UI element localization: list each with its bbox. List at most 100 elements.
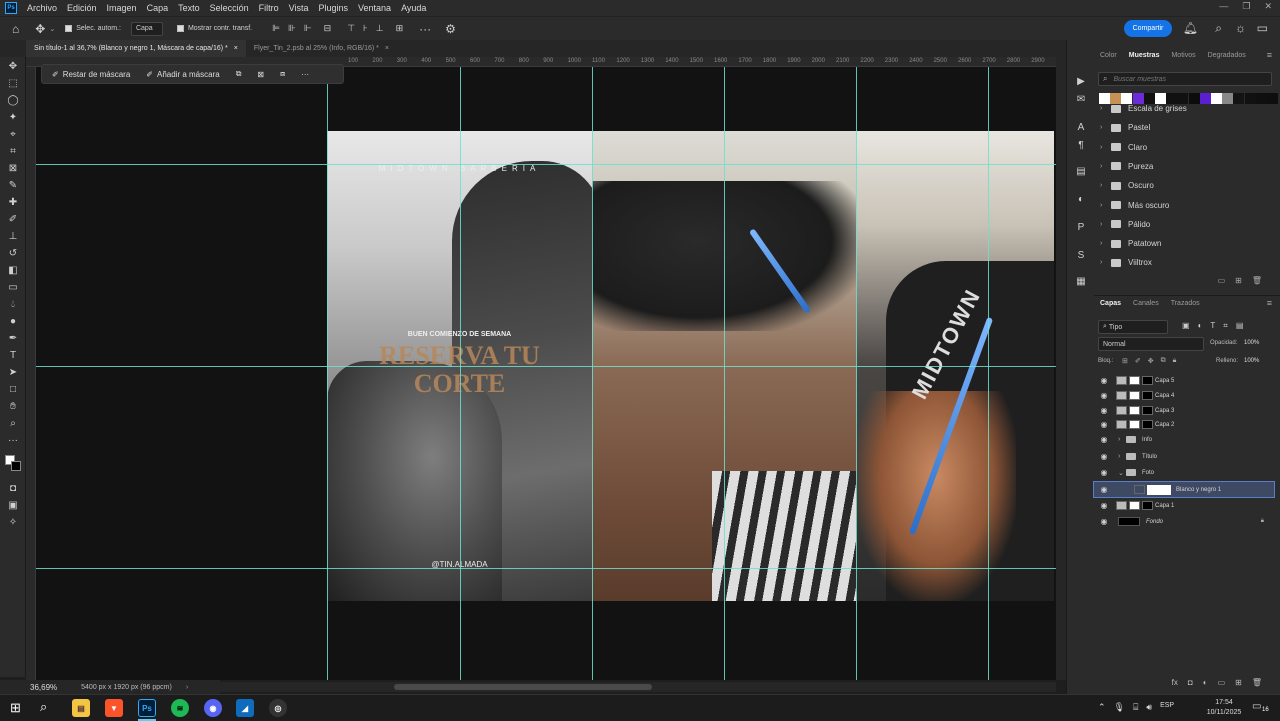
hand-tool-icon[interactable]: ✋︎ [7,401,19,413]
blend-mode-dropdown[interactable]: Normal [1098,337,1204,351]
menu-ventana[interactable]: Ventana [358,3,391,13]
eraser-icon[interactable]: ◧ [7,265,19,277]
properties-icon[interactable]: ▤ [1075,166,1087,178]
tab-patterns[interactable]: Motivos [1171,52,1195,59]
panel-menu-icon[interactable]: ≡ [1267,50,1272,60]
new-layer-icon[interactable]: ⊞ [1235,678,1242,692]
rectangle-tool-icon[interactable]: □ [7,384,19,396]
photoshop-taskbar-icon[interactable]: Ps [138,699,156,717]
path-select-icon[interactable]: ➤ [7,367,19,379]
tab-layers[interactable]: Capas [1100,300,1121,307]
visibility-eye-icon[interactable]: ◉ [1098,452,1110,461]
guide-horizontal[interactable] [36,366,1056,367]
blur-tool-icon[interactable]: 💧︎ [7,299,19,311]
lock-move-icon[interactable]: ✥ [1148,357,1154,365]
chevron-down-icon[interactable]: ⌄ [49,25,55,33]
obs-icon[interactable]: ◎ [269,699,287,717]
file-explorer-icon[interactable]: ▤ [72,699,90,717]
scrollbar-thumb[interactable] [394,684,652,690]
mask-thumbnail[interactable] [1147,484,1171,495]
lock-transparency-icon[interactable]: ⊞ [1122,357,1128,365]
discord-icon[interactable]: ◉ [204,699,222,717]
tab-gradients[interactable]: Degradados [1208,52,1246,59]
visibility-eye-icon[interactable]: ◉ [1098,517,1110,526]
text-tool-icon[interactable]: T [7,350,19,362]
magic-wand-icon[interactable]: ✦ [7,112,19,124]
swatch-group-folder[interactable]: › Oscuro [1094,176,1274,195]
align-bottom-icon[interactable]: ⊥ [376,23,384,34]
invert-mask-icon[interactable]: ⊠ [253,66,268,82]
share-button[interactable]: Compartir [1124,20,1172,37]
network-icon[interactable]: ⌸ [1133,702,1138,713]
swatch-group-folder[interactable]: › Pureza [1094,157,1274,176]
close-tab-icon[interactable]: × [385,45,389,52]
layer-row[interactable]: ◉ Capa 2 [1094,417,1274,432]
visibility-eye-icon[interactable]: ◉ [1098,376,1110,385]
menu-plugins[interactable]: Plugins [319,3,349,13]
visibility-eye-icon[interactable]: ◉ [1098,468,1110,477]
play-icon[interactable]: ▶ [1075,76,1087,88]
tab-paths[interactable]: Trazados [1171,300,1200,307]
zoom-level[interactable]: 36,69% [30,683,57,692]
filter-smart-icon[interactable]: ▤ [1236,321,1244,331]
visibility-eye-icon[interactable]: ◉ [1098,391,1110,400]
auto-select-checkbox[interactable]: Selec. autom.: [65,25,121,32]
guide-horizontal[interactable] [36,164,1056,165]
chevron-right-icon[interactable]: › [1100,240,1108,247]
close-icon[interactable]: ✕ [1264,1,1272,12]
tab-document-2[interactable]: Flyer_Tin_2.psb al 25% (Info, RGB/16) * … [246,40,397,57]
menu-archivo[interactable]: Archivo [27,3,57,13]
distribute-icon[interactable]: ⊟ [324,23,332,34]
lock-paint-icon[interactable]: ✐ [1135,357,1141,365]
chevron-right-icon[interactable]: › [1100,221,1108,228]
close-tab-icon[interactable]: × [234,45,238,52]
add-to-mask-button[interactable]: ✐ Añadir a máscara [142,66,223,82]
opacity-value[interactable]: 100% [1244,340,1259,346]
chevron-down-icon[interactable]: ⌄ [1118,469,1126,477]
menu-filtro[interactable]: Filtro [259,3,279,13]
layer-row[interactable]: ◉ › Título [1094,449,1274,464]
more-tools-icon[interactable]: ··· [7,435,19,447]
windows-start-icon[interactable]: ⊞ [10,700,21,716]
guide-vertical[interactable] [724,67,725,680]
comment-icon[interactable]: ✉ [1075,94,1087,106]
healing-brush-icon[interactable]: ✚ [7,197,19,209]
swatch-group-folder[interactable]: › Claro [1094,138,1274,157]
workspace-icon[interactable]: ▭ [1257,21,1268,35]
dodge-tool-icon[interactable]: ● [7,316,19,328]
align-right-icon[interactable]: ⊩ [304,23,312,34]
brave-icon[interactable]: ▼ [105,699,123,717]
visibility-eye-icon[interactable]: ◉ [1098,485,1110,494]
background-color-swatch[interactable] [11,461,21,471]
menu-capa[interactable]: Capa [147,3,169,13]
add-mask-icon[interactable]: ◘ [1188,678,1193,692]
refine-mask-icon[interactable]: ⧈ [276,66,289,82]
restore-icon[interactable]: ❐ [1242,1,1250,12]
canvas-area[interactable]: MIDTOWN MIDTOWN BARBERIA BUEN COMIENZO D… [36,67,1056,680]
visibility-eye-icon[interactable]: ◉ [1098,420,1110,429]
generative-icon[interactable]: ✧ [7,517,19,529]
move-tool-icon[interactable]: ✥ [35,22,45,36]
vertical-scrollbar[interactable] [1056,57,1066,680]
swatch-search[interactable]: ⌕ Buscar muestras [1098,72,1272,86]
layer-row[interactable]: ◉ ⌄ Foto [1094,465,1274,480]
menu-vista[interactable]: Vista [289,3,309,13]
clock[interactable]: 17:54 10/11/2025 [1203,698,1245,718]
plugin-s-icon[interactable]: S [1075,250,1087,262]
history-brush-icon[interactable]: ↺ [7,248,19,260]
brush-tool-icon[interactable]: ✐ [7,214,19,226]
layer-row[interactable]: ◉ › Info [1094,432,1274,447]
chevron-right-icon[interactable]: › [1100,202,1108,209]
crop-tool-icon[interactable]: ⌗ [7,146,19,158]
filter-text-icon[interactable]: T [1210,321,1215,331]
fill-value[interactable]: 100% [1244,358,1259,364]
filter-adjustment-icon[interactable]: ◐ [1198,321,1203,331]
tab-swatches[interactable]: Muestras [1129,52,1160,59]
more-options-icon[interactable]: ··· [419,22,431,36]
language-indicator[interactable]: ESP [1160,702,1174,713]
gear-icon[interactable]: ⚙ [445,22,456,36]
menu-imagen[interactable]: Imagen [107,3,137,13]
chevron-right-icon[interactable]: › [1100,182,1108,189]
bell-icon[interactable]: 🔔︎ [1183,21,1198,35]
layer-row[interactable]: ◉ Capa 4 [1094,388,1274,403]
